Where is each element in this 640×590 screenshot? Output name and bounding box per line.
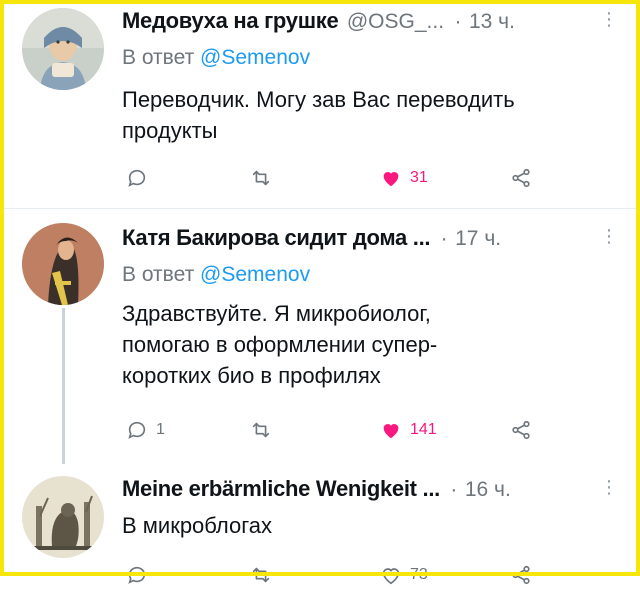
like-count: 73 — [410, 566, 428, 583]
tweet-header: Катя Бакирова сидит дома ... · 17 ч. — [122, 225, 501, 259]
reply-button[interactable]: 1 — [126, 415, 165, 445]
timestamp[interactable]: 17 ч. — [455, 227, 501, 250]
tweet-text: Здравствуйте. Я микробиолог, помогаю в о… — [122, 301, 438, 388]
reply-count: 1 — [156, 421, 165, 438]
reply-icon — [128, 169, 146, 187]
tweet-actions: 31 — [122, 163, 552, 193]
tweet-1[interactable]: Медовуха на грушке @OSG_... · 13 ч. ⋮ В … — [0, 0, 640, 208]
reply-prefix: В ответ — [122, 263, 195, 286]
tweet-header: Медовуха на грушке @OSG_... · 13 ч. — [122, 8, 515, 42]
share-icon — [512, 565, 530, 585]
timestamp[interactable]: 13 ч. — [469, 10, 515, 33]
avatar[interactable] — [22, 223, 104, 305]
tweet-header: Meine erbärmliche Wenigkeit ... · 16 ч. — [122, 476, 511, 510]
author-name[interactable]: Катя Бакирова сидит дома ... — [122, 225, 431, 250]
heart-icon — [383, 172, 399, 187]
more-options-icon[interactable]: ⋮ — [600, 227, 618, 245]
separator-dot: · — [454, 10, 462, 33]
share-icon — [512, 420, 530, 440]
more-options-icon[interactable]: ⋮ — [600, 10, 618, 28]
retweet-icon — [252, 170, 270, 186]
like-count: 141 — [410, 421, 437, 438]
separator-dot: · — [440, 227, 448, 250]
retweet-button[interactable] — [250, 560, 280, 590]
retweet-button[interactable] — [250, 415, 280, 445]
share-button[interactable] — [510, 415, 532, 445]
tweet-actions: 1 141 — [122, 415, 552, 445]
tweet-actions: 73 — [122, 560, 552, 590]
tweet-2[interactable]: Катя Бакирова сидит дома ... · 17 ч. ⋮ В… — [0, 209, 640, 464]
avatar[interactable] — [22, 476, 104, 558]
author-name[interactable]: Медовуха на грушке — [122, 8, 339, 33]
like-button[interactable]: 141 — [380, 415, 437, 445]
reply-context: В ответ @Semenov — [122, 263, 310, 287]
more-options-icon[interactable]: ⋮ — [600, 478, 618, 496]
author-handle[interactable]: @OSG_... — [347, 10, 444, 33]
tweet-3[interactable]: Meine erbärmliche Wenigkeit ... · 16 ч. … — [0, 464, 640, 585]
share-button[interactable] — [510, 163, 532, 193]
retweet-icon — [252, 422, 270, 438]
like-button[interactable]: 73 — [380, 560, 428, 590]
reply-button[interactable] — [126, 163, 156, 193]
avatar[interactable] — [22, 8, 104, 90]
thread-connector — [62, 308, 65, 464]
timestamp[interactable]: 16 ч. — [465, 478, 511, 501]
reply-icon — [128, 421, 146, 439]
heart-icon — [383, 424, 399, 439]
heart-icon — [382, 568, 400, 585]
reply-to-handle[interactable]: @Semenov — [200, 263, 310, 286]
like-count: 31 — [410, 169, 428, 186]
share-icon — [512, 168, 530, 188]
reply-context: В ответ @Semenov — [122, 46, 310, 70]
reply-button[interactable] — [126, 560, 156, 590]
retweet-button[interactable] — [250, 163, 280, 193]
author-name[interactable]: Meine erbärmliche Wenigkeit ... — [122, 476, 440, 501]
share-button[interactable] — [510, 560, 532, 590]
reply-icon — [128, 566, 146, 584]
retweet-icon — [252, 567, 270, 583]
reply-to-handle[interactable]: @Semenov — [200, 46, 310, 69]
like-button[interactable]: 31 — [380, 163, 428, 193]
reply-prefix: В ответ — [122, 46, 195, 69]
tweet-text: В микроблогах — [122, 513, 273, 538]
tweet-text: Переводчик. Могу зав Вас переводить прод… — [122, 87, 515, 143]
separator-dot: · — [450, 478, 458, 501]
